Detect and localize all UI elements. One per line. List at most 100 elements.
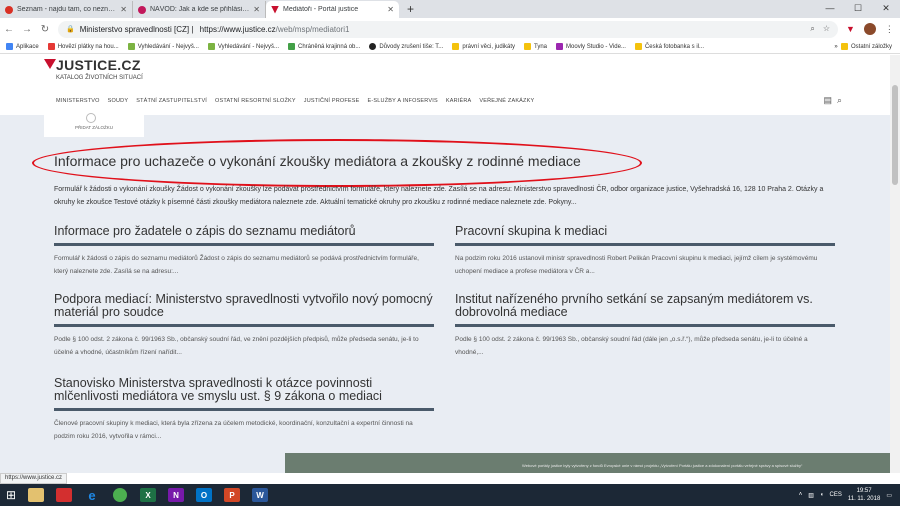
browser-tab-1[interactable]: Seznam - najdu tam, co neznám ✕ [0,1,133,18]
bookmark-card[interactable]: PŘIDAT ZÁLOŽKU [44,113,144,137]
bookmark-item[interactable]: Chráněná krajinná ob... [288,43,360,50]
article-title[interactable]: Informace pro žadatele o zápis do seznam… [54,225,434,238]
bookmark-favicon-icon [47,43,55,50]
new-tab-icon[interactable]: + [407,2,414,16]
logo-subtitle: KATALOG ŽIVOTNÍCH SITUACÍ [56,75,143,81]
seznam-favicon-icon [5,5,13,14]
notifications-icon[interactable]: ▭ [886,492,892,499]
nav-item[interactable]: VEŘEJNÉ ZAKÁZKY [479,98,534,104]
header-icons: ▤ ⌕ [823,95,842,106]
article-excerpt: Podle § 100 odst. 2 zákona č. 99/1963 Sb… [54,336,419,356]
bookmark-favicon-icon [556,43,564,50]
divider [455,243,835,246]
divider [54,243,434,246]
close-tab-icon[interactable]: ✕ [387,5,394,14]
divider [54,324,434,327]
onenote-icon[interactable]: N [162,484,190,506]
article-title[interactable]: Podpora mediací: Ministerstvo spravedlno… [54,293,434,319]
page-title[interactable]: Informace pro uchazeče o vykonání zkoušk… [54,153,581,169]
divider [455,324,835,327]
forward-icon[interactable]: → [18,24,36,35]
clock[interactable]: 19:57 11. 11. 2018 [848,487,880,503]
file-explorer-icon[interactable] [22,484,50,506]
close-tab-icon[interactable]: ✕ [253,5,260,14]
tray-chevron-icon[interactable]: ˄ [799,492,803,498]
browser-tab-2[interactable]: NÁVOD: Jak a kde se přihlásit n... ✕ [133,1,266,18]
volume-icon[interactable]: ◖ [820,492,824,498]
excel-icon[interactable]: X [134,484,162,506]
bookmark-item[interactable]: Hovězí plátky na hou... [47,43,119,50]
folder-icon [524,43,532,50]
bookmarks-bar: Aplikace Hovězí plátky na hou... Vyhledá… [0,40,900,54]
powerpoint-icon[interactable]: P [218,484,246,506]
internet-explorer-icon[interactable]: e [78,484,106,506]
search-icon[interactable]: ⌕ [837,95,842,106]
tab-strip: Seznam - najdu tam, co neznám ✕ NÁVOD: Ja… [0,0,900,18]
nav-item[interactable]: E-SLUŽBY A INFOSERVIS [368,98,438,104]
article-card[interactable]: Institut nařízeného prvního setkání se z… [455,293,835,359]
site-logo[interactable]: JUSTICE.CZ KATALOG ŽIVOTNÍCH SITUACÍ [44,57,143,81]
site-identity: Ministerstvo spravedlnosti [CZ] [79,24,190,34]
outlook-icon[interactable]: O [190,484,218,506]
article-title[interactable]: Stanovisko Ministerstva spravedlnosti k … [54,377,434,403]
bookmark-item[interactable]: Vyhledávání - Nejvyš... [127,43,199,50]
bookmark-favicon-icon [288,43,296,50]
browser-tab-3[interactable]: Mediátoři - Portál justice ✕ [266,1,399,18]
extension-icon[interactable]: ▼ [846,24,855,34]
word-icon[interactable]: W [246,484,274,506]
article-title[interactable]: Pracovní skupina k mediaci [455,225,835,238]
page-scrollbar[interactable] [890,55,900,473]
bookmark-folder[interactable]: Tyna [524,43,547,50]
zoom-icon[interactable]: ⌕ [810,24,814,34]
url-input[interactable]: 🔒 Ministerstvo spravedlnosti [CZ] | http… [58,20,838,38]
article-card[interactable]: Podpora mediací: Ministerstvo spravedlno… [54,293,434,359]
m-favicon-icon [138,5,146,14]
article-excerpt: Formulář k žádosti o zápis do seznamu me… [54,255,419,275]
taskbar: ⊞ e X N O P W ˄ ▥ ◖ CES 19:57 11. 11. 20… [0,484,900,506]
site-header: JUSTICE.CZ KATALOG ŽIVOTNÍCH SITUACÍ MIN… [0,55,890,115]
nav-item[interactable]: JUSTIČNÍ PROFESE [304,98,360,104]
article-card[interactable]: Pracovní skupina k mediaci Na podzim rok… [455,225,835,278]
chrome-icon[interactable] [106,484,134,506]
windows-start-icon[interactable]: ⊞ [0,484,22,506]
nav-item[interactable]: OSTATNÍ RESORTNÍ SLOŽKY [215,98,296,104]
avatar[interactable] [863,23,876,35]
article-excerpt: Na podzim roku 2016 ustanovil ministr sp… [455,255,818,275]
url-path: /web/msp/mediatori1 [275,24,350,34]
bookmark-folder[interactable]: právní věci, judikáty [452,43,515,50]
nav-item[interactable]: STÁTNÍ ZASTUPITELSTVÍ [136,98,207,104]
scrollbar-thumb[interactable] [892,85,898,185]
print-icon[interactable]: ▤ [823,95,832,106]
taskbar-app-icon[interactable] [50,484,78,506]
article-card[interactable]: Informace pro žadatele o zápis do seznam… [54,225,434,278]
reload-icon[interactable]: ↻ [36,24,54,35]
minimize-icon[interactable]: — [816,0,844,16]
maximize-icon[interactable]: ☐ [844,0,872,16]
article-excerpt: Členové pracovní skupiny k mediaci, kter… [54,420,413,440]
folder-icon [634,43,642,50]
back-icon[interactable]: ← [0,24,18,35]
bookmark-favicon-icon [127,43,135,50]
menu-icon[interactable]: ⋮ [885,24,894,35]
close-tab-icon[interactable]: ✕ [120,5,127,14]
bookmark-item[interactable]: Vyhledávání - Nejvyš... [207,43,279,50]
other-bookmarks[interactable]: » Ostatní záložky [834,43,892,50]
language-indicator[interactable]: CES [830,492,842,498]
bookmark-item[interactable]: Moovly Studio - Vide... [556,43,626,50]
window-controls: — ☐ ✕ [816,0,900,16]
network-icon[interactable]: ▥ [808,492,814,499]
article-title[interactable]: Institut nařízeného prvního setkání se z… [455,293,835,319]
bookmark-favicon-icon [207,43,215,50]
bookmark-folder[interactable]: Česká fotobanka s il... [634,43,704,50]
close-window-icon[interactable]: ✕ [872,0,900,16]
article-card[interactable]: Stanovisko Ministerstva spravedlnosti k … [54,377,434,443]
bookmark-item[interactable]: Důvody zrušení tiše: T... [369,43,443,50]
bookmark-item[interactable]: Aplikace [6,43,39,50]
nav-item[interactable]: MINISTERSTVO [56,98,100,104]
nav-item[interactable]: SOUDY [108,98,129,104]
bookmark-star-icon[interactable]: ☆ [823,24,830,34]
divider [54,408,434,411]
article-excerpt: Podle § 100 odst. 2 zákona č. 99/1963 Sb… [455,336,808,356]
add-bookmark-icon [86,113,96,123]
nav-item[interactable]: KARIÉRA [446,98,472,104]
